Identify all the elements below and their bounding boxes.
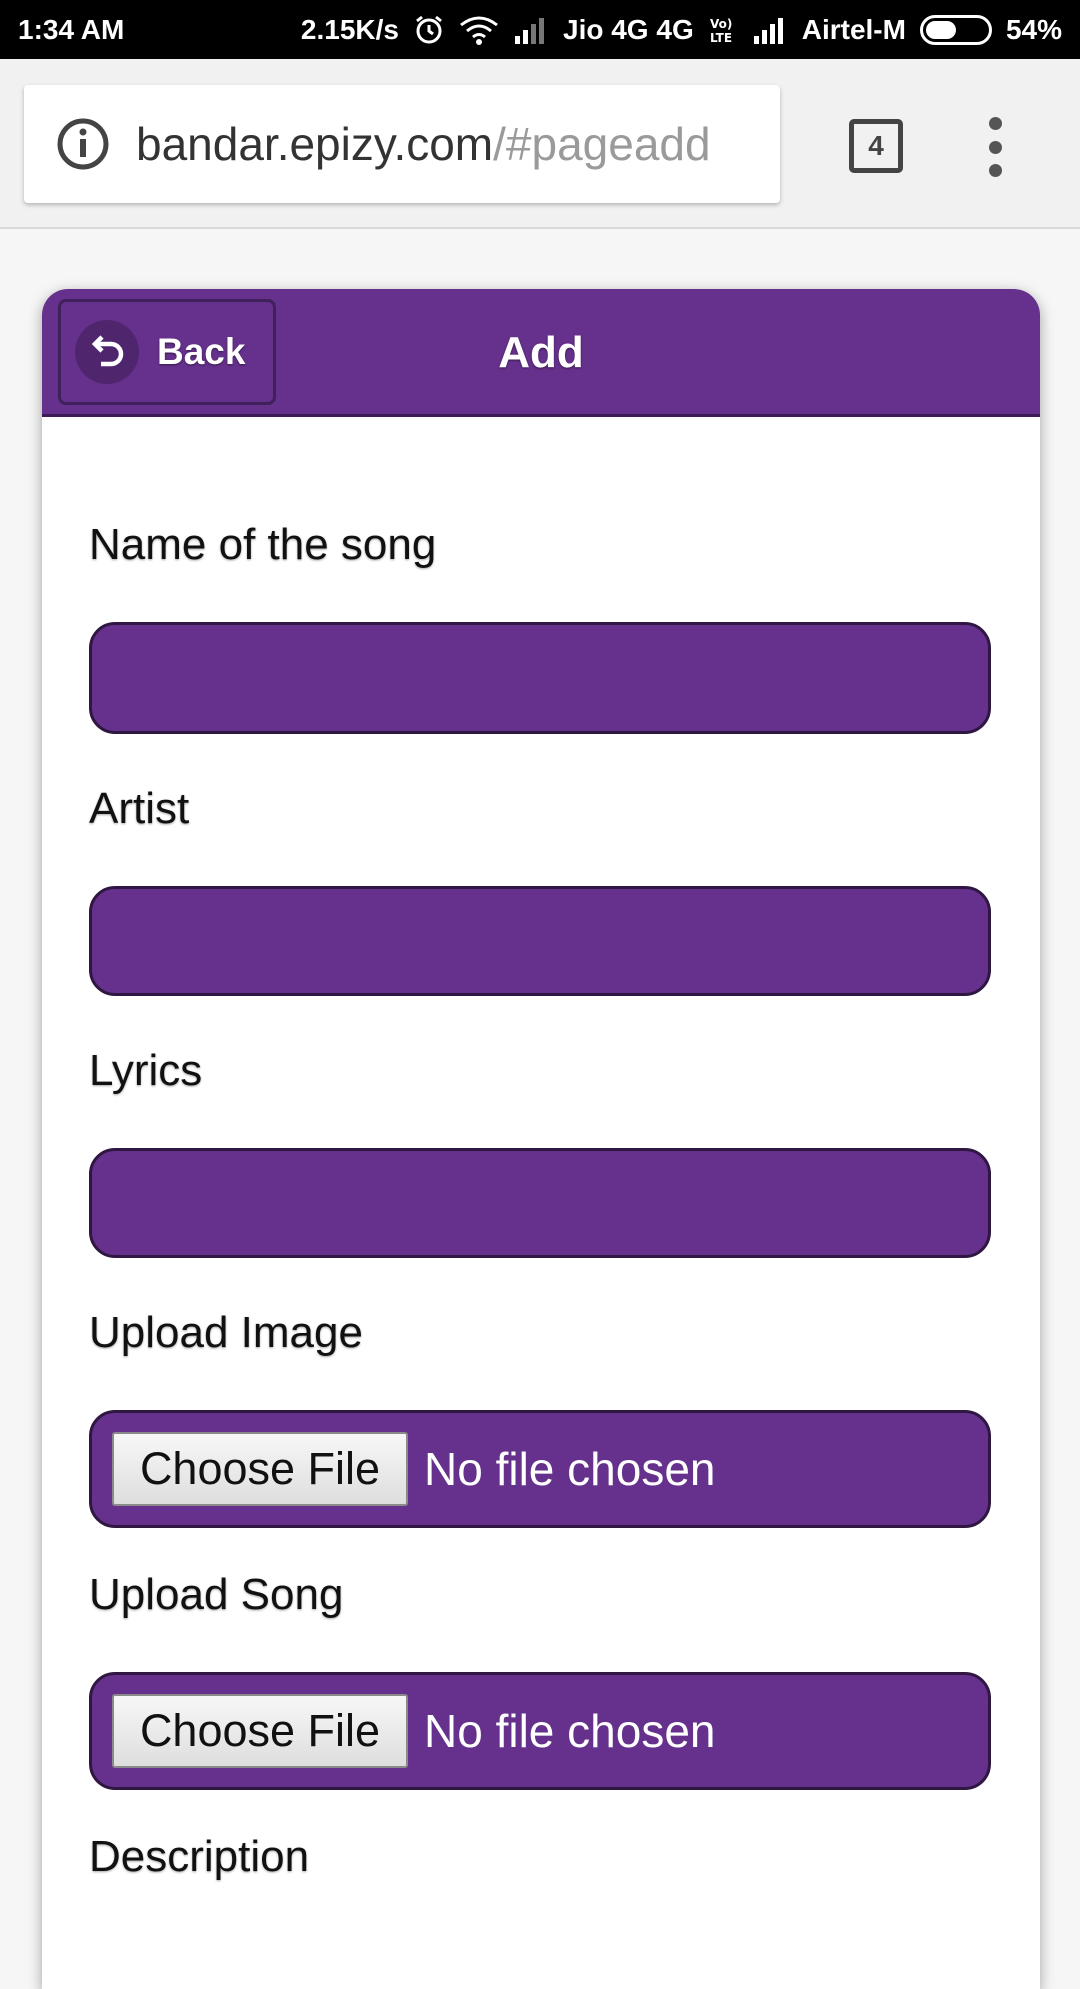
- url-text[interactable]: bandar.epizy.com/#pageadd: [136, 117, 711, 171]
- description-label: Description: [89, 1832, 310, 1881]
- back-arrow-icon: [75, 320, 139, 384]
- upload-song-field[interactable]: Choose File No file chosen: [89, 1672, 991, 1790]
- add-song-form: Name of the song Artist Lyrics Upload Im…: [89, 514, 991, 1934]
- artist-input[interactable]: [89, 886, 991, 996]
- choose-image-file-button[interactable]: Choose File: [112, 1432, 408, 1506]
- browser-toolbar: bandar.epizy.com/#pageadd 4: [0, 59, 1080, 229]
- song-name-label: Name of the song: [89, 520, 437, 569]
- url-host: bandar.epizy.com: [136, 118, 494, 170]
- song-file-status: No file chosen: [424, 1705, 716, 1757]
- alarm-icon: [416, 15, 442, 43]
- carrier-2: Airtel-M: [801, 13, 906, 45]
- back-button[interactable]: Back: [58, 299, 276, 405]
- choose-song-file-button[interactable]: Choose File: [112, 1694, 408, 1768]
- address-bar[interactable]: bandar.epizy.com/#pageadd: [24, 85, 780, 203]
- artist-label: Artist: [89, 784, 190, 833]
- upload-image-label: Upload Image: [89, 1308, 363, 1357]
- carrier-1: Jio 4G 4G: [563, 13, 694, 45]
- song-name-input[interactable]: [89, 622, 991, 734]
- network-speed: 2.15K/s: [300, 13, 399, 45]
- status-time: 1:34 AM: [18, 13, 125, 45]
- page-header: Add Back: [42, 289, 1040, 417]
- upload-image-field[interactable]: Choose File No file chosen: [89, 1410, 991, 1528]
- url-path: /#pageadd: [493, 118, 711, 170]
- volte-icon: Vo) LTE: [710, 17, 732, 45]
- lyrics-label: Lyrics: [89, 1046, 203, 1095]
- wifi-icon: [460, 16, 498, 45]
- page-card: Add Back Name of the song Artist Lyrics …: [42, 289, 1040, 1989]
- signal-icon-2: [753, 17, 783, 44]
- signal-icon: [515, 17, 544, 44]
- status-bar: 1:34 AM 2.15K/s Jio 4G 4G Vo) LTE Airtel…: [0, 0, 1080, 59]
- battery-icon: [919, 14, 992, 45]
- lyrics-input[interactable]: [89, 1148, 991, 1258]
- tab-switcher-button[interactable]: 4: [849, 119, 903, 173]
- back-button-label: Back: [157, 331, 246, 372]
- info-icon[interactable]: [56, 117, 110, 171]
- svg-text:LTE: LTE: [710, 31, 732, 45]
- battery-percent: 54%: [1005, 13, 1062, 45]
- upload-song-label: Upload Song: [89, 1570, 344, 1619]
- svg-text:Vo): Vo): [710, 17, 732, 31]
- image-file-status: No file chosen: [424, 1443, 716, 1495]
- overflow-menu-icon[interactable]: [980, 117, 1010, 177]
